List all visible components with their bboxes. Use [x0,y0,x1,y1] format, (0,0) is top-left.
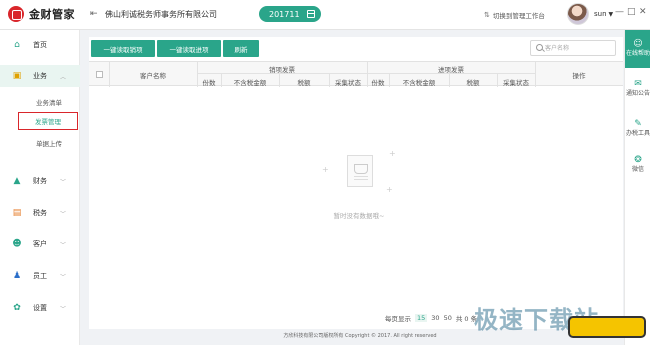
user-help-icon: ☺ [633,39,643,49]
col-sales-count: 份数 [202,79,216,87]
col-customer-name: 客户名称 [140,72,166,80]
col-sales-amount: 不含税金额 [233,79,267,87]
user-name: sun [594,10,607,18]
logo-icon [8,6,24,22]
company-name: 佛山利诚税务师事务所有限公司 [105,10,217,19]
user-menu[interactable]: sun ▼ [594,10,613,18]
sidebar-item-label: 业务 [33,72,47,80]
notice-button[interactable]: ✉ 通知公告 [625,70,650,108]
wechat-icon: ❂ [634,155,642,165]
invoice-panel: 一键读取销项 一键读取进项 刷新 客户名称 销项发票 进项发票 操作 份数 不含… [89,37,623,329]
home-icon: ⌂ [14,40,20,50]
subitem-invoice-management[interactable]: 发票管理 [18,112,78,130]
refresh-button[interactable]: 刷新 [223,40,259,57]
wechat-button[interactable]: ❂ 微信 [625,146,650,184]
sidebar-item-label: 设置 [33,304,47,312]
maximize-button[interactable]: □ [627,7,636,17]
caret-down-icon: ▼ [608,11,614,18]
sidebar-item-label: 员工 [33,272,47,280]
search-icon [536,44,543,51]
sidebar-item-finance[interactable]: ▲ 财务 ﹀ [0,170,80,192]
tax-icon: ▤ [12,208,22,218]
subitem-business-list[interactable]: 业务清单 [36,97,62,107]
sidebar-item-label: 客户 [33,240,47,248]
close-button[interactable]: ✕ [639,7,647,17]
col-input-amount: 不含税金额 [402,79,436,87]
right-rail: ☺ 在线帮助 ✉ 通知公告 ✎ 办税工具 ❂ 微信 [624,30,650,345]
sidebar: ⌂ 首页 ▣ 业务 ︿ 业务清单 发票管理 单据上传 ▲ 财务 ﹀ ▤ 税务 ﹀… [0,30,80,345]
page-size-option[interactable]: 15 [415,314,428,322]
staff-icon: ♟ [12,271,22,281]
period-selector[interactable]: 201711 [259,6,321,22]
table-header: 客户名称 销项发票 进项发票 操作 份数 不含税金额 税额 采集状态 份数 不含… [89,61,623,87]
empty-state-icon [347,155,373,187]
per-page-label: 每页显示 [385,315,411,323]
sidebar-item-customer[interactable]: ☻ 客户 ﹀ [0,233,80,255]
sidebar-item-settings[interactable]: ✿ 设置 ﹀ [0,297,80,319]
top-bar: 金财管家 ⇤ 佛山利诚税务师事务所有限公司 201711 ⇅ 切换到管理工作台 … [0,0,650,30]
chat-bubble-icon: ✉ [634,79,642,89]
watermark-logo [568,316,646,338]
minimize-button[interactable]: — [615,7,624,17]
plus-decoration-icon: + [389,149,396,158]
col-input-count: 份数 [371,79,385,87]
customer-search[interactable] [530,40,616,56]
chevron-down-icon: ﹀ [60,178,67,186]
col-input-status: 采集状态 [503,79,529,87]
pagination: 每页显示 15 30 50 共 0 条 [385,313,481,323]
col-sales-tax: 税额 [297,79,311,87]
chevron-down-icon: ﹀ [60,210,67,218]
select-all-checkbox[interactable] [96,71,103,78]
sidebar-item-staff[interactable]: ♟ 员工 ﹀ [0,265,80,287]
chevron-down-icon: ﹀ [60,305,67,313]
sidebar-item-label: 税务 [33,209,47,217]
online-help-button[interactable]: ☺ 在线帮助 [625,30,650,68]
period-value: 201711 [269,9,300,19]
read-input-button[interactable]: 一键读取进项 [157,40,221,57]
rail-label: 通知公告 [625,90,650,97]
switch-workbench-label: 切换到管理工作台 [492,12,545,20]
calendar-icon [307,10,315,18]
sidebar-item-business[interactable]: ▣ 业务 ︿ [0,65,80,87]
sidebar-item-home[interactable]: ⌂ 首页 [0,34,80,56]
empty-state-text: 暂时没有数据哦~ [333,212,385,220]
settings-icon: ✿ [13,303,21,313]
customer-icon: ☻ [12,239,22,249]
sidebar-item-label: 首页 [33,41,47,49]
app-name: 金财管家 [29,8,75,21]
plus-decoration-icon: + [386,185,393,194]
wrench-icon: ✎ [634,119,642,129]
read-sales-button[interactable]: 一键读取销项 [91,40,155,57]
col-input-tax: 税额 [466,79,480,87]
switch-icon: ⇅ [484,11,490,19]
search-input[interactable] [545,43,613,54]
app-logo: 金财管家 [8,6,75,22]
tax-tools-button[interactable]: ✎ 办税工具 [625,110,650,148]
avatar[interactable] [567,3,589,25]
plus-decoration-icon: + [322,165,329,174]
copyright-footer: 方欣科技有限公司版权所有 Copyright © 2017. All right… [283,333,437,339]
finance-icon: ▲ [13,176,21,186]
page-size-option[interactable]: 30 [431,314,439,322]
sidebar-item-tax[interactable]: ▤ 税务 ﹀ [0,202,80,224]
collapse-arrow-icon[interactable]: ⇤ [90,9,98,19]
chevron-up-icon: ︿ [60,73,67,81]
chevron-down-icon: ﹀ [60,273,67,281]
subitem-document-upload[interactable]: 单据上传 [36,138,62,148]
rail-label: 办税工具 [625,130,650,137]
rail-label: 在线帮助 [625,50,650,57]
rail-label: 微信 [631,166,644,173]
sidebar-item-label: 财务 [33,177,47,185]
switch-workbench-link[interactable]: ⇅ 切换到管理工作台 [484,10,545,20]
col-operation: 操作 [572,72,586,80]
divider [197,73,535,74]
col-sales-status: 采集状态 [335,79,361,87]
business-icon: ▣ [12,71,22,81]
page-size-option[interactable]: 50 [444,314,452,322]
chevron-down-icon: ﹀ [60,241,67,249]
